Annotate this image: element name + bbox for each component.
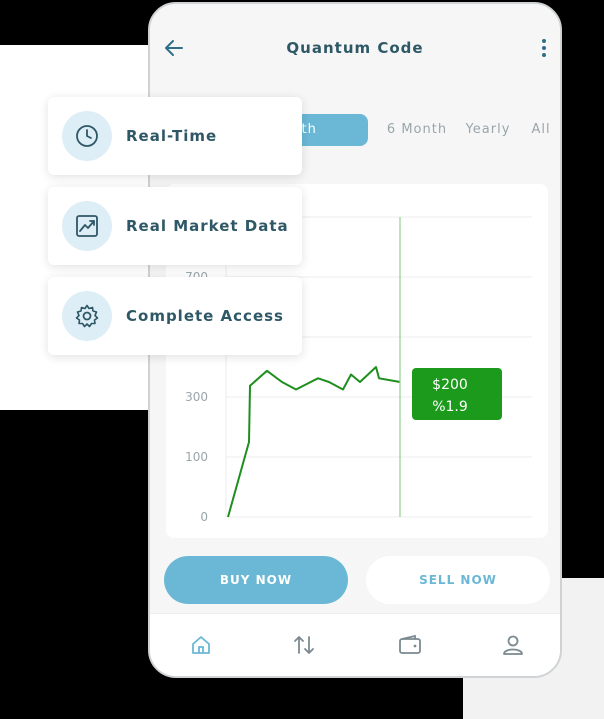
price-tooltip: $200 %1.9 — [412, 368, 502, 420]
feature-card-complete-access: Complete Access — [48, 277, 302, 355]
bottom-navigation — [150, 613, 560, 676]
price-line — [227, 366, 401, 518]
y-tick-label: 100 — [185, 450, 208, 464]
feature-icon-badge — [62, 111, 112, 161]
tooltip-price: $200 — [432, 377, 468, 393]
top-bar: Quantum Code — [150, 4, 560, 94]
more-vertical-icon[interactable] — [538, 36, 550, 60]
chart-trend-icon — [76, 215, 98, 237]
feature-icon-badge — [62, 291, 112, 341]
feature-label: Real-Time — [126, 127, 218, 145]
wallet-icon[interactable] — [397, 632, 423, 658]
feature-card-real-time: Real-Time — [48, 97, 302, 175]
feature-card-real-market-data: Real Market Data — [48, 187, 302, 265]
gear-icon — [75, 304, 99, 328]
buy-now-button[interactable]: BUY NOW — [164, 556, 348, 604]
home-icon[interactable] — [188, 632, 214, 658]
y-tick-label: 0 — [200, 510, 208, 524]
tab-6-month[interactable]: 6 Month — [382, 114, 452, 146]
clock-icon — [76, 125, 98, 147]
profile-icon[interactable] — [500, 632, 526, 658]
transfer-icon[interactable] — [291, 632, 317, 658]
tooltip-change: %1.9 — [432, 399, 468, 415]
y-tick-label: 300 — [185, 390, 208, 404]
feature-icon-badge — [62, 201, 112, 251]
app-title: Quantum Code — [286, 39, 424, 57]
sell-now-button[interactable]: SELL NOW — [366, 556, 550, 604]
tab-yearly[interactable]: Yearly — [460, 114, 516, 146]
feature-label: Complete Access — [126, 307, 284, 325]
tab-all[interactable]: All — [524, 114, 558, 146]
feature-label: Real Market Data — [126, 217, 289, 235]
